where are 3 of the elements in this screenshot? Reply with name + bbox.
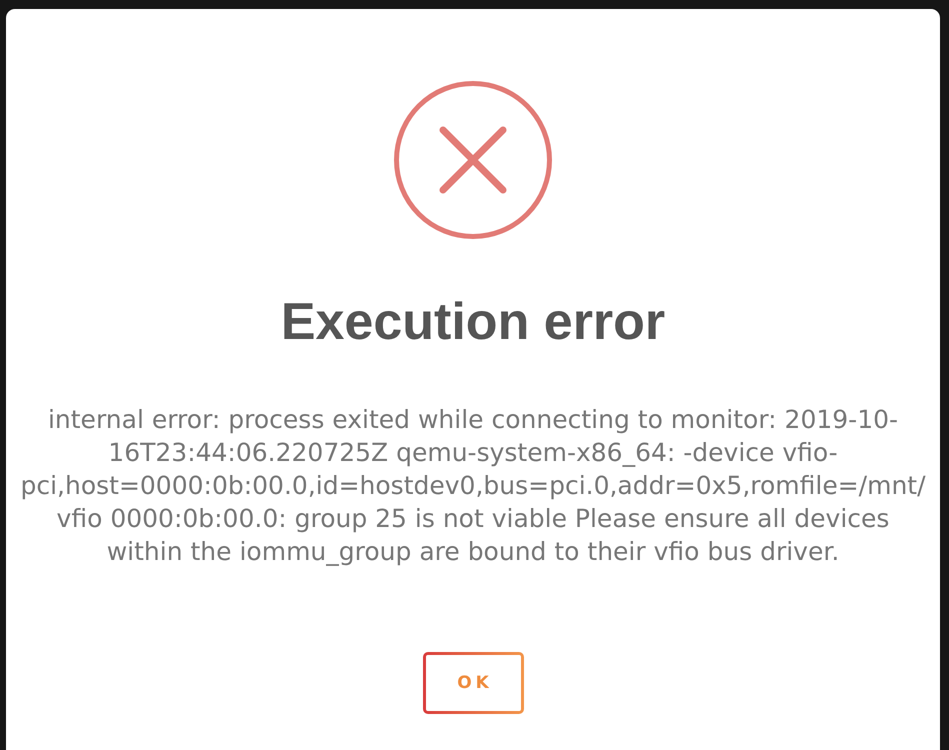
error-message: internal error: process exited while connecting to monitor: 2019-10- 16T23:44:06.220725Z qemu-system-x86_64: -device vfio- pci,host=0000:0b:00.0,id=hostdev0,bus=pci.0,addr=0x5,romfile=/mnt/ vfio 0000:0b:00.0: group 25 is not viable Please ensure all devices within the iommu_group are bound to their vfio bus driver. xyxy=(20,404,926,568)
x-circle-icon xyxy=(394,81,552,239)
dialog-title: Execution error xyxy=(280,292,666,352)
